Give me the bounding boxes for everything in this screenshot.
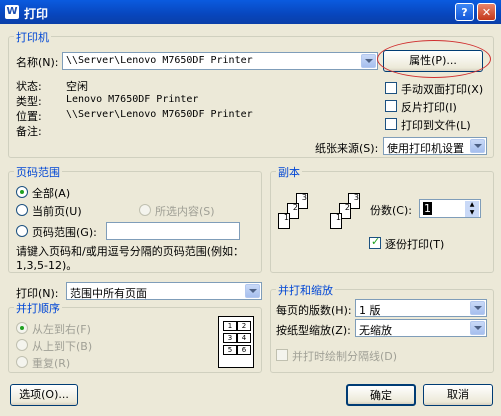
selection-radio[interactable] <box>139 204 151 216</box>
printer-name-value: \\Server\Lenovo M7650DF Printer <box>66 55 253 66</box>
highlight-annotation <box>377 40 491 78</box>
paper-source-value: 使用打印机设置 <box>387 142 464 155</box>
order-preview-icon: 12 34 56 <box>218 316 254 368</box>
top-to-bottom-radio[interactable] <box>16 339 28 351</box>
comment-label: 备注: <box>16 125 42 138</box>
page-range-radio[interactable] <box>16 225 28 237</box>
pages-per-sheet-value: 1 版 <box>359 304 381 317</box>
printer-name-select[interactable]: \\Server\Lenovo M7650DF Printer <box>62 52 378 70</box>
all-pages-label: 全部(A) <box>32 187 71 200</box>
spin-up-icon[interactable]: ▲ <box>465 201 479 209</box>
top-to-bottom-label: 从上到下(B) <box>32 340 93 353</box>
window-title: 打印 <box>24 7 49 21</box>
printer-legend: 打印机 <box>14 29 51 45</box>
where-label: 位置: <box>16 110 42 123</box>
chevron-down-icon <box>470 321 485 335</box>
chevron-down-icon <box>245 284 260 298</box>
title-bar: W 打印 ? ✕ <box>0 0 501 24</box>
scale-label: 按纸型缩放(Z): <box>276 324 351 337</box>
paper-source-label: 纸张来源(S): <box>315 142 379 155</box>
scale-select[interactable]: 无缩放 <box>355 319 487 337</box>
status-value: 空闲 <box>66 80 88 93</box>
copies-value: 1 <box>423 202 432 215</box>
copies-label: 份数(C): <box>370 204 412 217</box>
print-what-label: 打印(N): <box>16 287 59 300</box>
page-range-input[interactable] <box>106 222 240 240</box>
left-to-right-label: 从左到右(F) <box>32 323 91 336</box>
print-what-value: 范围中所有页面 <box>70 287 147 300</box>
left-to-right-radio[interactable] <box>16 322 28 334</box>
copies-legend: 副本 <box>276 164 302 180</box>
copies-spinner[interactable]: 1 ▲ ▼ <box>419 199 481 218</box>
repeat-radio[interactable] <box>16 356 28 368</box>
printer-name-label: 名称(N): <box>16 56 59 69</box>
print-what-select[interactable]: 范围中所有页面 <box>66 282 262 300</box>
current-page-label: 当前页(U) <box>32 205 82 218</box>
scale-value: 无缩放 <box>359 324 392 337</box>
zoom-legend: 并打和缩放 <box>276 282 335 298</box>
ok-button[interactable]: 确定 <box>346 384 416 406</box>
word-app-icon: W <box>5 5 19 19</box>
type-value: Lenovo M7650DF Printer <box>66 94 199 105</box>
print-to-file-checkbox[interactable] <box>385 118 397 130</box>
order-legend: 并打顺序 <box>14 300 62 316</box>
collate-pages-icon: 3 2 1 <box>278 193 318 245</box>
page-range-hint-2: 1,3,5-12)。 <box>16 259 78 272</box>
chevron-down-icon <box>470 139 485 153</box>
chevron-down-icon <box>361 54 376 68</box>
reverse-print-label: 反片打印(I) <box>401 101 457 114</box>
paper-source-select[interactable]: 使用打印机设置 <box>383 137 487 155</box>
page-range-legend: 页码范围 <box>14 164 62 180</box>
manual-duplex-label: 手动双面打印(X) <box>401 83 484 96</box>
draw-borders-checkbox[interactable] <box>276 349 288 361</box>
where-value: \\Server\Lenovo M7650DF Printer <box>66 109 253 120</box>
collate-pages-icon: 3 2 1 <box>330 193 370 245</box>
all-pages-radio[interactable] <box>16 186 28 198</box>
selection-label: 所选内容(S) <box>155 205 215 218</box>
type-label: 类型: <box>16 95 42 108</box>
print-to-file-label: 打印到文件(L) <box>401 119 471 132</box>
close-button[interactable]: ✕ <box>477 3 496 21</box>
help-button[interactable]: ? <box>455 3 474 21</box>
status-label: 状态: <box>16 80 42 93</box>
reverse-print-checkbox[interactable] <box>385 100 397 112</box>
collate-checkbox[interactable] <box>369 235 381 249</box>
repeat-label: 重复(R) <box>32 357 71 370</box>
cancel-button[interactable]: 取消 <box>423 384 493 406</box>
current-page-radio[interactable] <box>16 204 28 216</box>
chevron-down-icon <box>470 301 485 315</box>
options-button[interactable]: 选项(O)... <box>10 384 78 406</box>
pages-per-sheet-select[interactable]: 1 版 <box>355 299 487 317</box>
spin-down-icon[interactable]: ▼ <box>465 209 479 217</box>
pages-per-sheet-label: 每页的版数(H): <box>276 304 352 317</box>
draw-borders-label: 并打时绘制分隔线(D) <box>292 350 398 363</box>
collate-label: 逐份打印(T) <box>385 238 445 251</box>
page-range-label: 页码范围(G): <box>32 226 97 239</box>
manual-duplex-checkbox[interactable] <box>385 82 397 94</box>
